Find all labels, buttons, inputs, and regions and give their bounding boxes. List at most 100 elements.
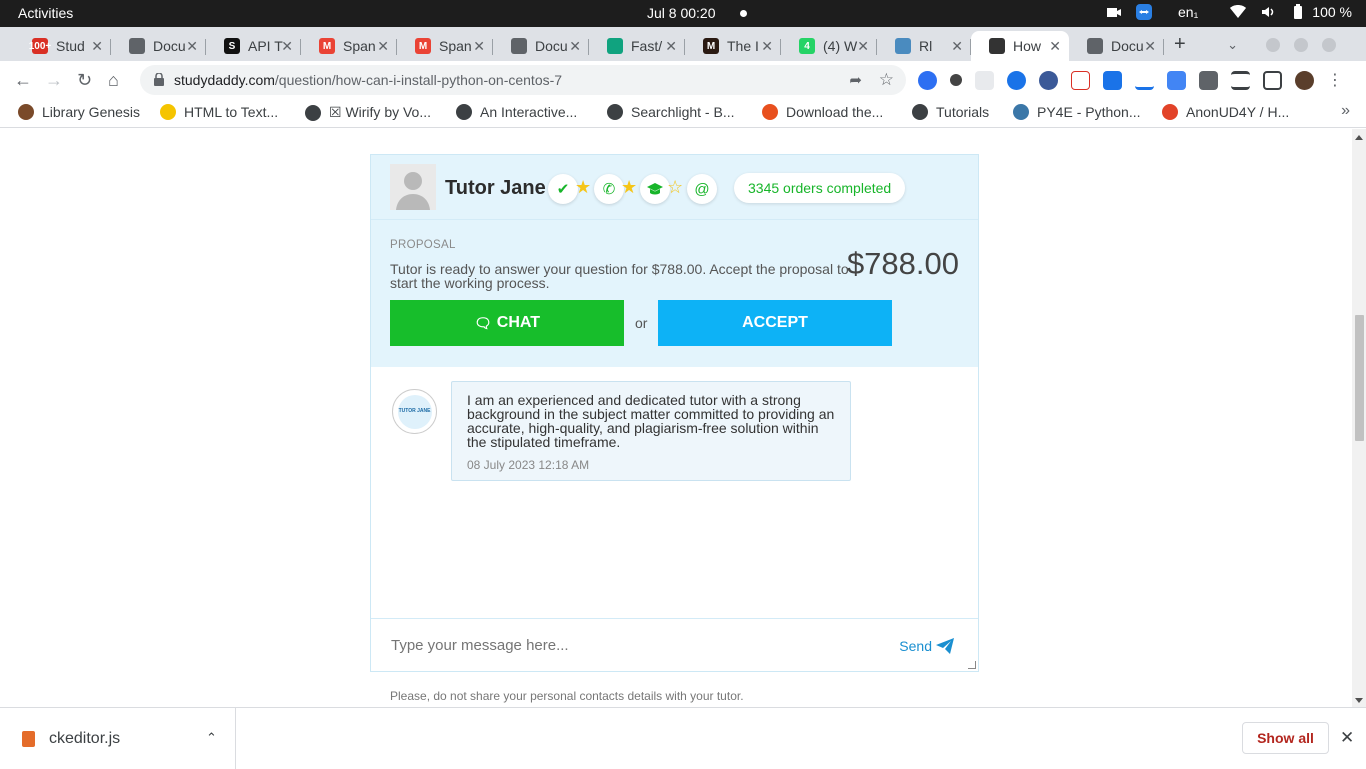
browser-tab[interactable]: How ✕ <box>971 31 1069 61</box>
home-icon[interactable]: ⌂ <box>108 70 119 91</box>
translate-t-extension-icon[interactable] <box>1103 70 1122 90</box>
minimize-button[interactable] <box>1266 38 1280 52</box>
rating-star-icon: ★ <box>621 177 638 197</box>
copy-extension-icon[interactable] <box>975 70 994 90</box>
send-button[interactable]: Send <box>899 638 954 654</box>
tab-close-icon[interactable]: ✕ <box>857 38 869 55</box>
profile-avatar[interactable] <box>1295 70 1314 90</box>
bookmark-item[interactable]: HTML to Text... <box>160 104 278 120</box>
browser-tab[interactable]: Docu ✕ <box>111 31 206 61</box>
browser-tab[interactable]: Rl ✕ <box>877 31 971 61</box>
accept-button[interactable]: ACCEPT <box>658 300 892 346</box>
bookmark-label: Searchlight - B... <box>631 104 735 120</box>
scrollbar-thumb[interactable] <box>1355 315 1364 441</box>
tab-favicon-icon: M <box>703 38 719 54</box>
bookmark-item[interactable]: ☒ Wirify by Vo... <box>305 104 431 121</box>
chevron-up-icon[interactable]: ⌃ <box>206 730 217 746</box>
bookmark-favicon-icon <box>18 104 34 120</box>
tab-close-icon[interactable]: ✕ <box>473 38 485 55</box>
bookmark-item[interactable]: An Interactive... <box>456 104 577 120</box>
media-control-icon[interactable] <box>1231 70 1250 90</box>
zoom-extension-icon[interactable] <box>918 70 937 90</box>
chat-message: I am an experienced and dedicated tutor … <box>451 381 851 481</box>
bookmark-item[interactable]: Library Genesis <box>18 104 140 120</box>
activities-button[interactable]: Activities <box>18 5 73 21</box>
address-bar[interactable]: studydaddy.com/question/how-can-i-instal… <box>140 65 906 95</box>
scroll-down-arrow-icon[interactable] <box>1355 698 1363 703</box>
page-scrollbar[interactable] <box>1352 129 1366 707</box>
more-bookmarks-icon[interactable]: » <box>1341 102 1350 120</box>
privacy-notice: Please, do not share your personal conta… <box>390 689 744 703</box>
tab-close-icon[interactable]: ✕ <box>186 38 198 55</box>
maximize-button[interactable] <box>1294 38 1308 52</box>
message-text: I am an experienced and dedicated tutor … <box>467 392 835 450</box>
tab-title: Span <box>343 38 376 54</box>
chrome-menu-icon[interactable]: ⋮ <box>1327 70 1343 90</box>
tab-title: Span <box>439 38 472 54</box>
tab-search-icon[interactable]: ⌄ <box>1227 37 1238 53</box>
browser-tab[interactable]: S API T ✕ <box>206 31 301 61</box>
textarea-resize-handle[interactable] <box>968 661 976 669</box>
bookmark-star-icon[interactable]: ☆ <box>879 70 894 90</box>
settings-extension-icon[interactable] <box>1039 70 1058 90</box>
tab-favicon-icon: 4 <box>799 38 815 54</box>
chat-button[interactable]: 🗨 CHAT <box>390 300 624 346</box>
system-tray[interactable]: en₁ 100 % <box>1106 4 1352 20</box>
lock-icon[interactable] <box>154 73 164 86</box>
browser-tab[interactable]: Docu ✕ <box>1069 31 1164 61</box>
bookmark-label: AnonUD4Y / H... <box>1186 104 1290 120</box>
browser-tab[interactable]: 100+ Stud ✕ <box>14 31 111 61</box>
close-icon[interactable]: ✕ <box>1340 728 1354 748</box>
download-shelf: ckeditor.js ⌃ Show all ✕ <box>0 707 1366 769</box>
tab-close-icon[interactable]: ✕ <box>1049 38 1061 55</box>
message-input[interactable] <box>391 637 871 654</box>
bookmark-item[interactable]: Searchlight - B... <box>607 104 735 120</box>
tab-close-icon[interactable]: ✕ <box>665 38 677 55</box>
new-tab-button[interactable]: + <box>1174 33 1186 56</box>
share-icon[interactable]: ➦ <box>849 71 862 89</box>
tab-close-icon[interactable]: ✕ <box>377 38 389 55</box>
extension-icon[interactable] <box>950 74 962 86</box>
tab-close-icon[interactable]: ✕ <box>761 38 773 55</box>
tab-close-icon[interactable]: ✕ <box>1144 38 1156 55</box>
forward-arrow-icon[interactable]: → <box>45 70 63 91</box>
download-file-name[interactable]: ckeditor.js <box>49 730 120 748</box>
browser-tab[interactable]: 4 (4) W ✕ <box>781 31 877 61</box>
close-window-button[interactable] <box>1322 38 1336 52</box>
browser-tab[interactable]: M The I ✕ <box>685 31 781 61</box>
bookmark-item[interactable]: AnonUD4Y / H... <box>1162 104 1289 120</box>
browser-tab[interactable]: Fast/✕ <box>589 31 685 61</box>
browser-tab[interactable]: M Span ✕ <box>301 31 397 61</box>
group-extension-icon[interactable] <box>1007 70 1026 90</box>
tab-close-icon[interactable]: ✕ <box>569 38 581 55</box>
tab-close-icon[interactable]: ✕ <box>91 38 103 55</box>
tab-close-icon[interactable]: ✕ <box>951 38 963 55</box>
calendar-extension-icon[interactable] <box>1071 70 1090 90</box>
tutor-name[interactable]: Tutor Jane I <box>445 177 553 200</box>
url-text[interactable]: studydaddy.com/question/how-can-i-instal… <box>174 72 562 88</box>
show-all-downloads-button[interactable]: Show all <box>1242 722 1329 754</box>
scroll-up-arrow-icon[interactable] <box>1355 135 1363 140</box>
download-extension-icon[interactable] <box>1135 70 1154 90</box>
bookmark-item[interactable]: PY4E - Python... <box>1013 104 1141 120</box>
system-clock[interactable]: Jul 8 00:20 <box>647 5 716 21</box>
bookmark-favicon-icon <box>305 104 321 121</box>
bookmark-item[interactable]: Tutorials <box>912 104 989 120</box>
keyboard-layout[interactable]: en₁ <box>1178 4 1198 20</box>
bookmark-item[interactable]: Download the... <box>762 104 883 120</box>
verified-check-icon: ✔ <box>548 174 578 204</box>
bookmark-favicon-icon <box>456 104 472 120</box>
google-translate-icon[interactable] <box>1167 70 1186 90</box>
browser-tab[interactable]: Docu ✕ <box>493 31 589 61</box>
browser-tab[interactable]: M Span ✕ <box>397 31 493 61</box>
tab-favicon-icon: S <box>224 38 240 54</box>
message-sender-avatar[interactable]: TUTOR JANE <box>392 389 437 434</box>
reload-icon[interactable]: ↻ <box>77 70 92 91</box>
tab-close-icon[interactable]: ✕ <box>281 38 293 55</box>
download-item[interactable]: ckeditor.js ⌃ <box>0 708 236 769</box>
chat-bubble-icon: 🗨 <box>473 314 492 331</box>
side-panel-icon[interactable] <box>1263 70 1282 90</box>
puzzle-extensions-icon[interactable] <box>1199 70 1218 90</box>
tutor-avatar[interactable] <box>390 164 436 210</box>
back-arrow-icon[interactable]: ← <box>14 70 32 91</box>
